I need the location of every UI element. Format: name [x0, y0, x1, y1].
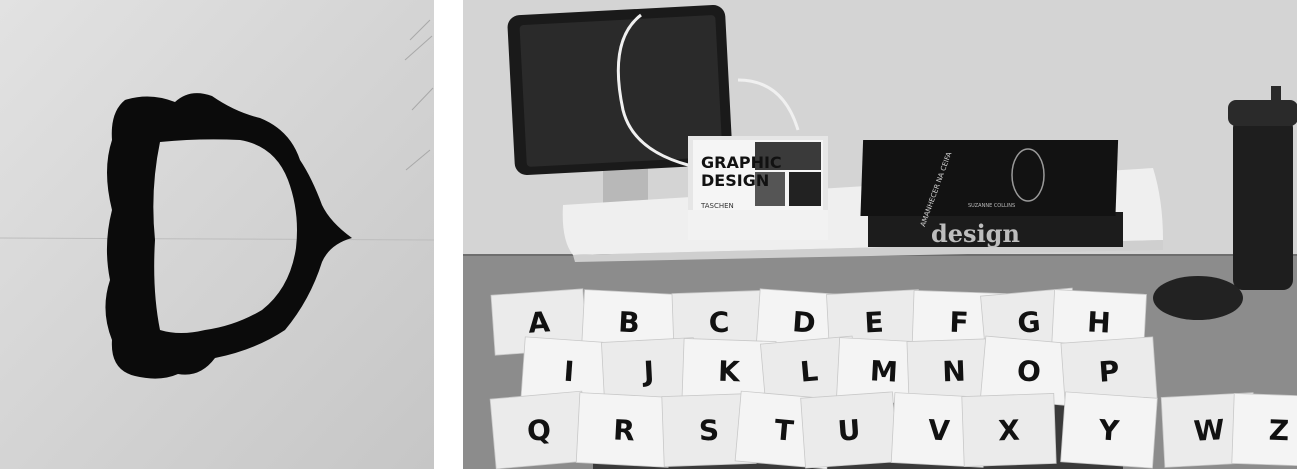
letter-card-glyph: P: [1098, 354, 1121, 388]
letter-card-glyph: B: [617, 305, 640, 339]
book-graphic-design: GRAPHIC DESIGN TASCHEN: [688, 136, 828, 240]
shaker-bottle: [1228, 86, 1297, 290]
letter-card-glyph: Y: [1097, 413, 1121, 447]
letter-card-glyph: E: [864, 306, 885, 340]
desk-scene-illustration: GRAPHIC DESIGN TASCHEN design AMANHECER …: [463, 0, 1297, 469]
letter-card-glyph: U: [837, 413, 862, 448]
letter-card-glyph: N: [942, 355, 967, 389]
letter-card: U: [800, 391, 898, 469]
letter-card: R: [575, 392, 673, 468]
letter-card-glyph: M: [869, 354, 899, 388]
letter-card-glyph: S: [698, 414, 719, 448]
letter-card-glyph: Z: [1268, 414, 1289, 448]
book-publisher: TASCHEN: [700, 202, 734, 210]
ink-letter-photo: D: [0, 0, 434, 469]
letter-card-glyph: G: [1016, 305, 1042, 340]
ink-letter-illustration: D: [0, 0, 434, 469]
book-author: SUZANNE COLLINS: [968, 203, 1015, 209]
letter-card-glyph: Q: [526, 413, 553, 448]
letter-card-glyph: X: [998, 414, 1021, 448]
letter-card-glyph: R: [612, 413, 635, 447]
letter-card-glyph: L: [799, 354, 820, 388]
letter-card-glyph: C: [708, 306, 730, 340]
book-title-line1: GRAPHIC: [701, 153, 782, 172]
computer-mouse: [1153, 276, 1243, 320]
book-stack-black: design AMANHECER NA CEIFA SUZANNE COLLIN…: [860, 140, 1123, 248]
letter-card: Z: [1231, 393, 1297, 467]
letter-card-glyph: H: [1086, 305, 1111, 339]
letter-card-glyph: T: [773, 413, 795, 448]
desk-scene-photo: GRAPHIC DESIGN TASCHEN design AMANHECER …: [463, 0, 1297, 469]
letter-card-glyph: V: [927, 413, 951, 447]
book-design-title: design: [931, 219, 1020, 248]
letter-card-glyph: O: [1016, 354, 1043, 389]
letter-card: X: [961, 393, 1057, 467]
letter-card-glyph: W: [1193, 413, 1226, 448]
letter-card-glyph: D: [791, 305, 816, 340]
letter-card: Y: [1060, 391, 1158, 469]
letter-card-glyph: F: [949, 306, 969, 340]
letter-card: Q: [489, 390, 589, 469]
letter-card-glyph: A: [527, 305, 551, 339]
letter-card-glyph: K: [718, 355, 742, 389]
book-title-line2: DESIGN: [701, 171, 769, 190]
